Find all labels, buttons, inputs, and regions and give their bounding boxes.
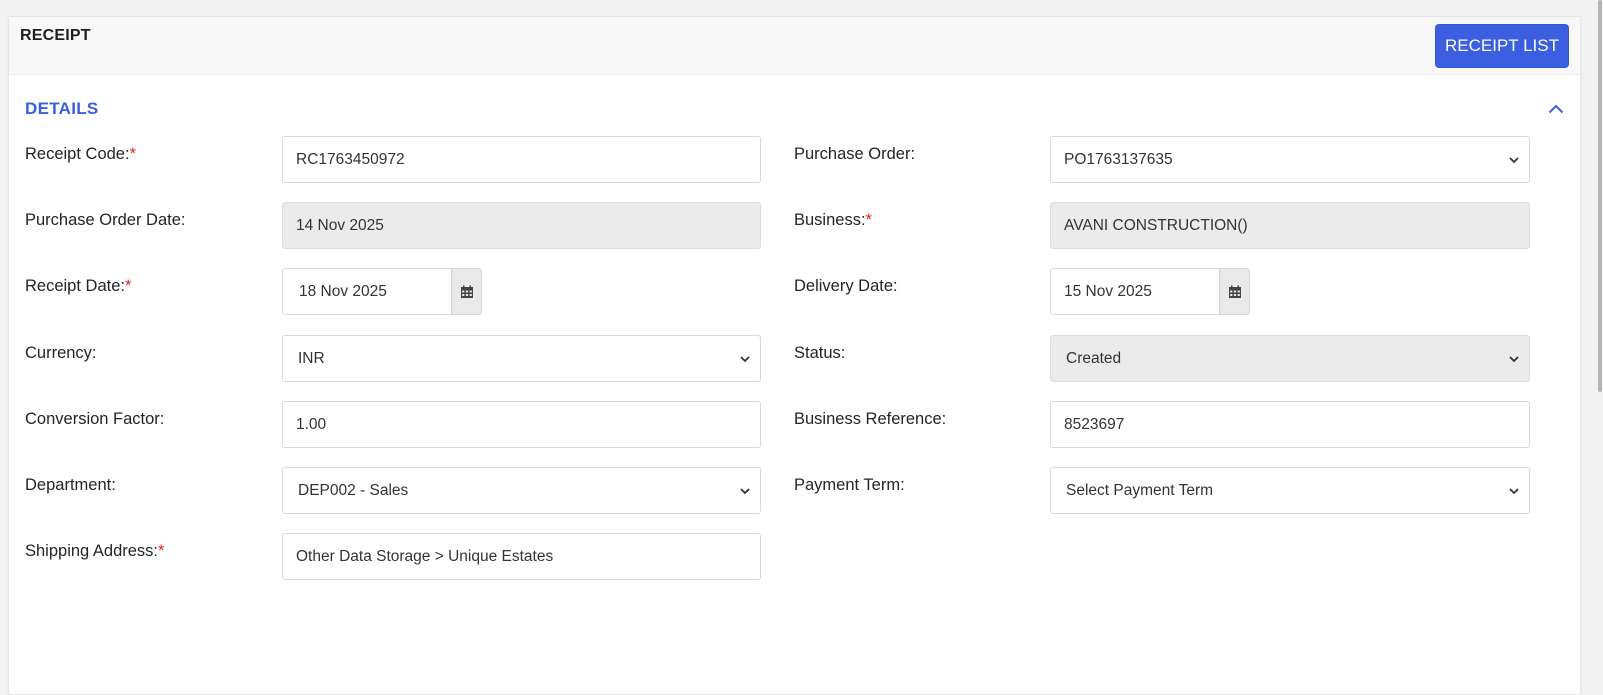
chevron-down-icon (740, 355, 750, 362)
department-value: DEP002 - Sales (298, 481, 409, 499)
collapse-toggle[interactable] (1544, 97, 1568, 121)
details-section-header[interactable]: DETAILS (9, 75, 1580, 137)
delivery-date-input[interactable]: 15 Nov 2025 (1051, 269, 1219, 314)
receipt-date-picker: 18 Nov 2025 (282, 268, 482, 315)
conversion-factor-label: Conversion Factor: (25, 410, 165, 428)
receipt-date-label: Receipt Date:* (25, 277, 132, 295)
receipt-date-calendar-button[interactable] (451, 269, 481, 314)
scrollbar-thumb[interactable] (1598, 0, 1602, 392)
receipt-code-label: Receipt Code:* (25, 145, 136, 163)
chevron-down-icon (1509, 487, 1519, 494)
chevron-up-icon (1548, 104, 1564, 114)
receipt-list-button[interactable]: RECEIPT LIST (1435, 24, 1569, 68)
payment-term-value: Select Payment Term (1066, 481, 1214, 499)
chevron-down-icon (1509, 156, 1519, 163)
shipping-address-label: Shipping Address:* (25, 542, 165, 560)
purchase-order-value: PO1763137635 (1064, 150, 1173, 168)
receipt-card: RECEIPT RECEIPT LIST DETAILS Receipt Cod… (8, 16, 1581, 695)
currency-select[interactable]: INR (282, 335, 761, 382)
currency-value: INR (298, 349, 325, 367)
payment-term-select[interactable]: Select Payment Term (1050, 467, 1530, 514)
payment-term-label: Payment Term: (794, 476, 905, 494)
page-scrollbar[interactable] (1597, 0, 1603, 695)
row-conversion-factor: Conversion Factor: 1.00 Business Referen… (9, 401, 1582, 449)
page-title: RECEIPT (20, 27, 91, 44)
card-header: RECEIPT RECEIPT LIST (9, 17, 1580, 75)
receipt-code-input[interactable]: RC1763450972 (282, 136, 761, 183)
chevron-down-icon (740, 487, 750, 494)
conversion-factor-input[interactable]: 1.00 (282, 401, 761, 448)
delivery-date-calendar-button[interactable] (1219, 269, 1249, 314)
row-department: Department: DEP002 - Sales Payment Term:… (9, 467, 1582, 515)
receipt-date-input[interactable]: 18 Nov 2025 (283, 269, 451, 314)
department-select[interactable]: DEP002 - Sales (282, 467, 761, 514)
calendar-icon (1228, 285, 1241, 298)
status-label: Status: (794, 344, 846, 362)
business-label: Business:* (794, 211, 872, 229)
status-value: Created (1066, 349, 1122, 367)
business-reference-input[interactable]: 8523697 (1050, 401, 1530, 448)
row-currency: Currency: INR Status: Created (9, 335, 1582, 383)
business-reference-label: Business Reference: (794, 410, 947, 428)
purchase-order-date-field: 14 Nov 2025 (282, 202, 761, 249)
section-title: DETAILS (25, 99, 99, 118)
purchase-order-date-label: Purchase Order Date: (25, 211, 186, 229)
calendar-icon (460, 285, 473, 298)
department-label: Department: (25, 476, 116, 494)
currency-label: Currency: (25, 344, 97, 362)
purchase-order-label: Purchase Order: (794, 145, 916, 163)
status-select: Created (1050, 335, 1530, 382)
row-receipt-date: Receipt Date:* 18 Nov 2025 Delivery Date… (9, 268, 1582, 316)
row-receipt-code: Receipt Code:* RC1763450972 Purchase Ord… (9, 136, 1582, 184)
shipping-address-input[interactable]: Other Data Storage > Unique Estates (282, 533, 761, 580)
delivery-date-label: Delivery Date: (794, 277, 898, 295)
business-field: AVANI CONSTRUCTION() (1050, 202, 1530, 249)
row-purchase-order-date: Purchase Order Date: 14 Nov 2025 Busines… (9, 202, 1582, 250)
purchase-order-select[interactable]: PO1763137635 (1050, 136, 1530, 183)
delivery-date-picker: 15 Nov 2025 (1050, 268, 1250, 315)
row-shipping-address: Shipping Address:* Other Data Storage > … (9, 533, 1582, 581)
chevron-down-icon (1509, 355, 1519, 362)
